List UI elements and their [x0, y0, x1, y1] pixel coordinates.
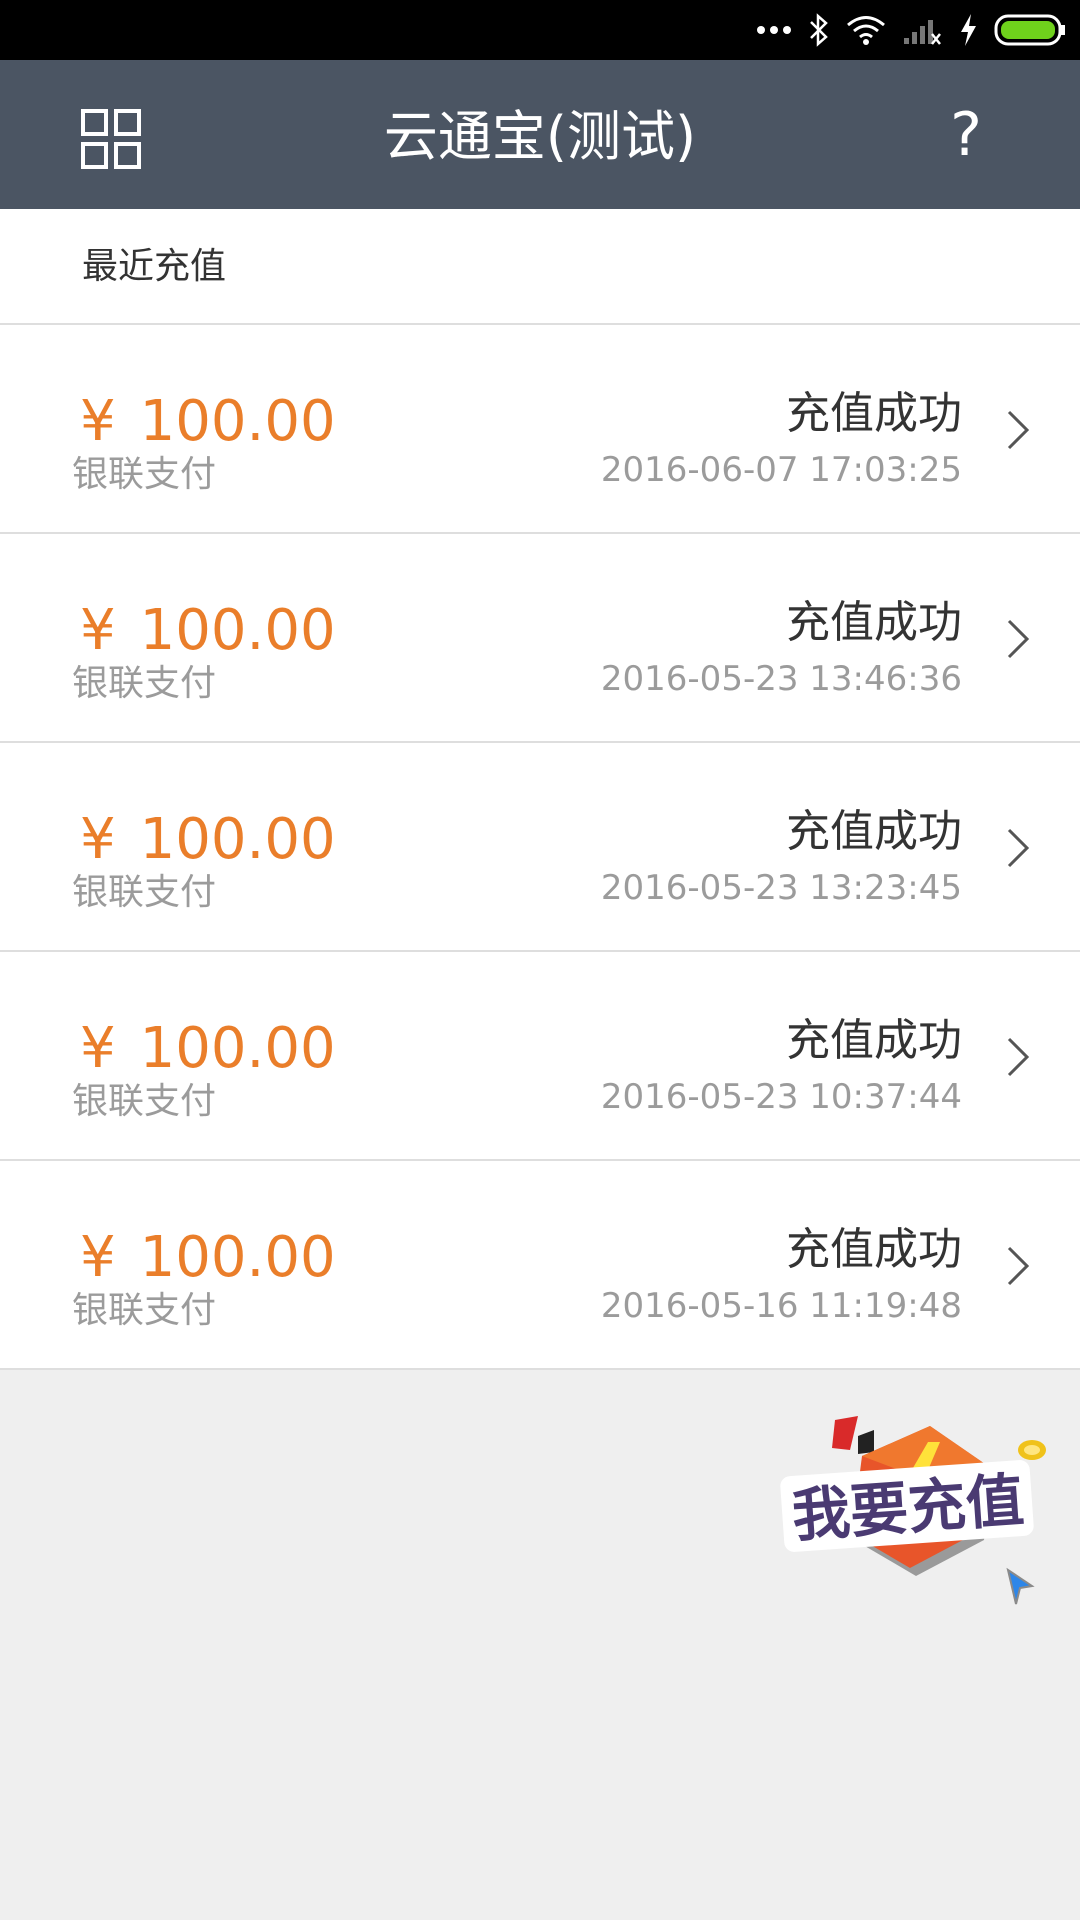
battery-icon: [994, 14, 1065, 46]
timestamp: 2016-06-07 17:03:25: [600, 450, 962, 490]
recharge-record-row[interactable]: ¥100.00 银联支付 充值成功 2016-05-23 10:37:44: [0, 952, 1080, 1161]
wifi-icon: [847, 16, 885, 45]
charging-icon: [961, 14, 976, 46]
amount-value: 100.00: [139, 1225, 336, 1290]
amount-value: 100.00: [139, 389, 336, 454]
amount-value: 100.00: [139, 807, 336, 872]
amount-text: ¥100.00: [80, 1016, 336, 1082]
bluetooth-icon: [810, 13, 828, 47]
status-text: 充值成功: [786, 597, 962, 648]
recharge-record-row[interactable]: ¥100.00 银联支付 充值成功 2016-05-16 11:19:48: [0, 1161, 1080, 1370]
chevron-right-icon: [1007, 1246, 1030, 1286]
amount-value: 100.00: [139, 1016, 336, 1081]
menu-button[interactable]: [80, 108, 142, 170]
section-header: 最近充值: [0, 209, 1080, 325]
help-button[interactable]: ?: [936, 100, 996, 170]
currency-symbol: ¥: [80, 389, 116, 454]
chevron-right-icon: [1007, 410, 1030, 450]
currency-symbol: ¥: [80, 1016, 116, 1081]
chevron-right-icon: [1007, 1037, 1030, 1077]
more-dots-icon: [757, 26, 791, 34]
payment-method: 银联支付: [72, 1081, 217, 1122]
status-text: 充值成功: [786, 1224, 962, 1275]
chevron-right-icon: [1007, 828, 1030, 868]
grid-icon: [81, 109, 141, 169]
timestamp: 2016-05-23 13:23:45: [600, 868, 962, 908]
amount-text: ¥100.00: [80, 1225, 336, 1291]
chevron-right-icon: [1007, 619, 1030, 659]
currency-symbol: ¥: [80, 598, 116, 663]
section-title: 最近充值: [82, 246, 227, 287]
status-text: 充值成功: [786, 806, 962, 857]
payment-method: 银联支付: [72, 872, 217, 913]
currency-symbol: ¥: [80, 807, 116, 872]
timestamp: 2016-05-16 11:19:48: [600, 1286, 962, 1326]
payment-method: 银联支付: [72, 1290, 217, 1331]
status-text: 充值成功: [786, 1015, 962, 1066]
title-bar: 云通宝(测试) ?: [0, 60, 1080, 209]
currency-symbol: ¥: [80, 1225, 116, 1290]
amount-text: ¥100.00: [80, 598, 336, 664]
recharge-record-row[interactable]: ¥100.00 银联支付 充值成功 2016-05-23 13:23:45: [0, 743, 1080, 952]
recharge-record-row[interactable]: ¥100.00 银联支付 充值成功 2016-06-07 17:03:25: [0, 325, 1080, 534]
status-bar: [0, 0, 1080, 60]
page-title: 云通宝(测试): [383, 105, 697, 168]
status-text: 充值成功: [786, 388, 962, 439]
recharge-now-button[interactable]: 我要充值: [770, 1408, 1050, 1628]
amount-value: 100.00: [139, 598, 336, 663]
timestamp: 2016-05-23 10:37:44: [600, 1077, 962, 1117]
timestamp: 2016-05-23 13:46:36: [600, 659, 962, 699]
recharge-badge-graphic: 我要充值: [780, 1416, 1046, 1605]
amount-text: ¥100.00: [80, 389, 336, 455]
recharge-list: ¥100.00 银联支付 充值成功 2016-06-07 17:03:25 ¥1…: [0, 325, 1080, 1370]
payment-method: 银联支付: [72, 663, 217, 704]
recharge-record-row[interactable]: ¥100.00 银联支付 充值成功 2016-05-23 13:46:36: [0, 534, 1080, 743]
amount-text: ¥100.00: [80, 807, 336, 873]
payment-method: 银联支付: [72, 454, 217, 495]
signal-icon: [904, 20, 941, 45]
